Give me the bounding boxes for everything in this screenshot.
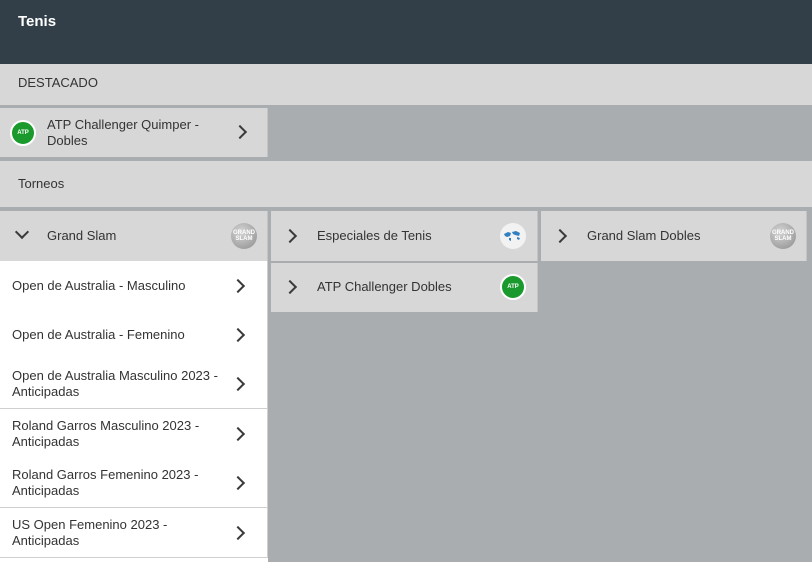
chevron-right-icon (230, 376, 246, 392)
grand-slam-logo-icon: GRAND SLAM (770, 223, 796, 249)
list-item-label: Roland Garros Femenino 2023 - Anticipada… (12, 466, 199, 498)
chevron-right-icon (230, 475, 246, 491)
category-label: Especiales de Tenis (317, 228, 432, 243)
list-item[interactable]: Open de Australia Masculino 2023 - Antic… (0, 359, 268, 409)
category-atp-challenger-dobles[interactable]: ATP Challenger Dobles ATP (271, 263, 538, 312)
category-label: ATP Challenger Dobles (317, 279, 452, 294)
chevron-down-icon (14, 224, 30, 240)
chevron-right-icon (282, 279, 298, 295)
tournaments-section-header: Torneos (0, 161, 812, 207)
featured-section-header: DESTACADO (0, 64, 812, 106)
tournaments-section-label: Torneos (18, 176, 65, 191)
page-header: Tenis (0, 0, 812, 64)
featured-item-atp-challenger-quimper[interactable]: ATP ATP Challenger Quimper - Dobles (0, 108, 268, 157)
list-item[interactable]: US Open Femenino 2023 - Anticipadas (0, 508, 268, 558)
list-item-label: US Open Femenino 2023 - Anticipadas (12, 516, 168, 548)
grand-slam-list: Open de Australia - Masculino Open de Au… (0, 261, 268, 562)
featured-item-label: ATP Challenger Quimper - Dobles (47, 117, 199, 148)
chevron-right-icon (230, 426, 246, 442)
list-item-label: Open de Australia - Femenino (12, 326, 185, 342)
list-item[interactable]: Open de Australia - Masculino (0, 261, 268, 311)
page-title: Tenis (18, 13, 57, 30)
featured-area: ATP ATP Challenger Quimper - Dobles (0, 105, 812, 159)
list-item[interactable]: Roland Garros Femenino 2023 - Anticipada… (0, 458, 268, 508)
chevron-right-icon (230, 327, 246, 343)
category-especiales-de-tenis[interactable]: Especiales de Tenis (271, 211, 538, 261)
grand-slam-logo-icon: GRAND SLAM (231, 223, 257, 249)
chevron-right-icon (282, 228, 298, 244)
list-item-label: Roland Garros Masculino 2023 - Anticipad… (12, 417, 200, 449)
category-label: Grand Slam Dobles (587, 228, 701, 243)
atp-challenger-logo-icon: ATP (10, 120, 36, 146)
category-label: Grand Slam (47, 228, 117, 243)
chevron-right-icon (230, 525, 246, 541)
globe-map-icon (500, 223, 526, 249)
list-item[interactable]: Roland Garros Masculino 2023 - Anticipad… (0, 409, 268, 459)
chevron-right-icon (232, 124, 248, 140)
chevron-right-icon (552, 228, 568, 244)
category-grand-slam-dobles[interactable]: Grand Slam Dobles GRAND SLAM (541, 211, 807, 261)
chevron-right-icon (230, 278, 246, 294)
list-item[interactable]: Open de Australia - Femenino (0, 310, 268, 360)
list-item-label: Open de Australia - Masculino (12, 277, 186, 293)
category-grand-slam[interactable]: Grand Slam GRAND SLAM (0, 211, 268, 261)
featured-section-label: DESTACADO (18, 75, 98, 90)
atp-challenger-logo-icon: ATP (500, 274, 526, 300)
list-item-label: Open de Australia Masculino 2023 - Antic… (12, 367, 218, 399)
